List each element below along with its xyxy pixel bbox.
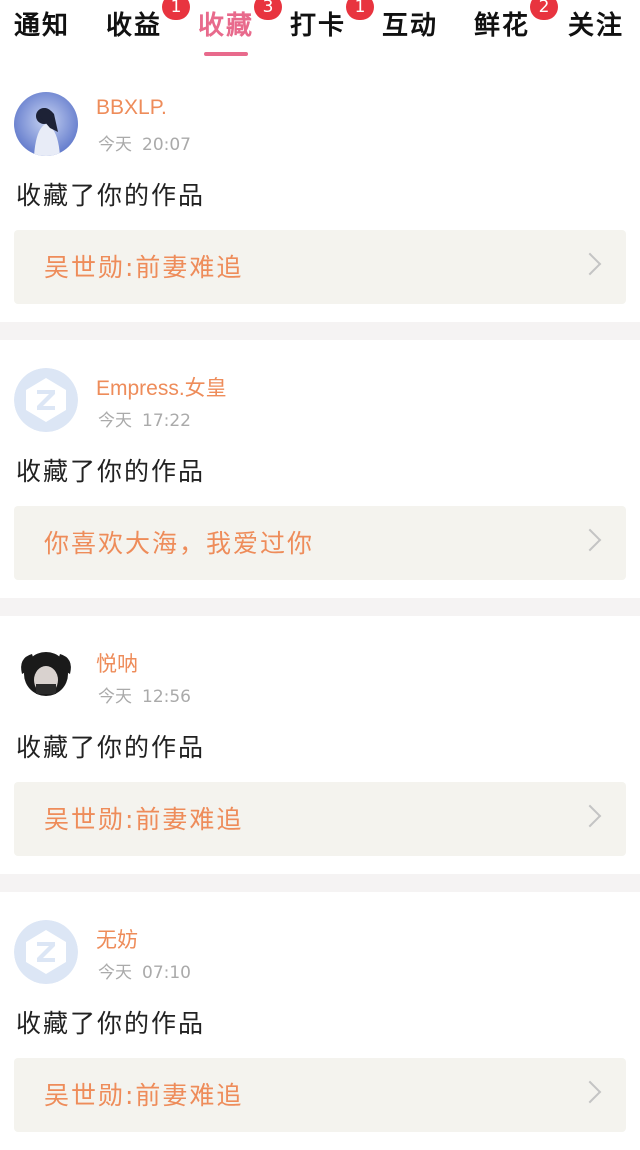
time-day: 今天 <box>98 135 132 155</box>
tab-label: 收益 <box>106 11 163 41</box>
chevron-right-icon <box>578 804 602 828</box>
avatar[interactable] <box>14 644 78 708</box>
list-item: Empress.女皇 今天 17:22 收藏了你的作品 你喜欢大海，我爱过你 <box>0 340 640 598</box>
action-text: 收藏了你的作品 <box>16 181 206 210</box>
time-day: 今天 <box>98 411 132 431</box>
action-text: 收藏了你的作品 <box>16 457 206 486</box>
tab-badge: 1 <box>162 0 191 20</box>
timestamp: 今天 12:56 <box>98 682 191 707</box>
tab-badge: 3 <box>254 0 283 20</box>
timestamp: 今天 17:22 <box>98 406 191 431</box>
tab-checkin[interactable]: 打卡 1 <box>290 0 375 44</box>
tab-label: 互动 <box>382 11 439 41</box>
list-item: BBXLP. 今天 20:07 收藏了你的作品 吴世勋:前妻难追 <box>0 64 640 322</box>
favorites-list: BBXLP. 今天 20:07 收藏了你的作品 吴世勋:前妻难追 Empress.… <box>0 64 640 1150</box>
tab-earnings[interactable]: 收益 1 <box>106 0 191 44</box>
tab-follows[interactable]: 关注 <box>568 8 624 44</box>
avatar[interactable] <box>14 368 78 432</box>
tab-badge: 2 <box>530 0 559 20</box>
tab-label: 打卡 <box>290 11 347 41</box>
action-text: 收藏了你的作品 <box>16 733 206 762</box>
action-text: 收藏了你的作品 <box>16 1009 206 1038</box>
tab-bar: 通知 收益 1 收藏 3 打卡 1 互动 鲜花 2 关注 <box>0 0 640 64</box>
time-value: 07:10 <box>142 963 191 983</box>
work-title: 你喜欢大海，我爱过你 <box>44 529 315 558</box>
work-link[interactable]: 吴世勋:前妻难追 <box>14 230 626 304</box>
time-day: 今天 <box>98 963 132 983</box>
timestamp: 今天 07:10 <box>98 958 191 983</box>
username[interactable]: BBXLP. <box>96 96 167 120</box>
tab-notifications[interactable]: 通知 <box>14 8 70 44</box>
chevron-right-icon <box>578 528 602 552</box>
tab-flowers[interactable]: 鲜花 2 <box>474 0 559 44</box>
work-link[interactable]: 你喜欢大海，我爱过你 <box>14 506 626 580</box>
time-value: 17:22 <box>142 411 191 431</box>
tab-label: 鲜花 <box>474 11 531 41</box>
active-tab-indicator <box>204 52 249 56</box>
work-title: 吴世勋:前妻难追 <box>44 1081 244 1110</box>
list-item: 无妨 今天 07:10 收藏了你的作品 吴世勋:前妻难追 <box>0 892 640 1150</box>
chevron-right-icon <box>578 252 602 276</box>
divider <box>0 874 640 892</box>
tab-interactions[interactable]: 互动 <box>382 8 438 44</box>
work-link[interactable]: 吴世勋:前妻难追 <box>14 1058 626 1132</box>
work-title: 吴世勋:前妻难追 <box>44 253 244 282</box>
time-value: 20:07 <box>142 135 191 155</box>
time-day: 今天 <box>98 687 132 707</box>
username[interactable]: Empress.女皇 <box>96 372 227 402</box>
work-link[interactable]: 吴世勋:前妻难追 <box>14 782 626 856</box>
tab-label: 通知 <box>14 11 71 41</box>
work-title: 吴世勋:前妻难追 <box>44 805 244 834</box>
list-item: 悦呐 今天 12:56 收藏了你的作品 吴世勋:前妻难追 <box>0 616 640 874</box>
tab-favorites[interactable]: 收藏 3 <box>198 0 283 56</box>
avatar[interactable] <box>14 920 78 984</box>
chevron-right-icon <box>578 1080 602 1104</box>
username[interactable]: 无妨 <box>96 924 138 954</box>
timestamp: 今天 20:07 <box>98 130 191 155</box>
tab-label: 收藏 <box>198 11 255 41</box>
divider <box>0 598 640 616</box>
username[interactable]: 悦呐 <box>96 648 138 678</box>
tab-label: 关注 <box>568 11 625 41</box>
divider <box>0 322 640 340</box>
tab-badge: 1 <box>346 0 375 20</box>
time-value: 12:56 <box>142 687 191 707</box>
avatar[interactable] <box>14 92 78 156</box>
